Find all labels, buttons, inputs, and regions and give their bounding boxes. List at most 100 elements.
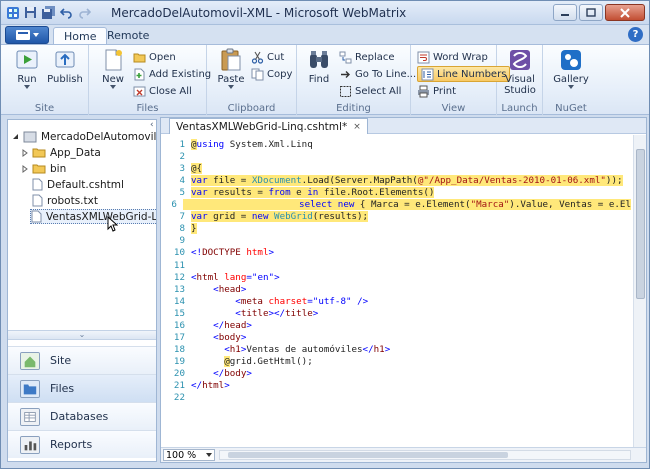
code-text: }	[191, 223, 197, 235]
gallery-icon	[561, 50, 581, 70]
code-line[interactable]: 13 <head>	[161, 284, 631, 296]
word-wrap-button[interactable]: Word Wrap	[417, 49, 488, 65]
maximize-button[interactable]	[579, 4, 603, 21]
code-line[interactable]: 2	[161, 151, 631, 163]
code-line[interactable]: 16 </head>	[161, 320, 631, 332]
code-line[interactable]: 4 var file = XDocument.Load(Server.MapPat…	[161, 175, 631, 187]
help-icon[interactable]: ?	[628, 27, 643, 42]
app-window: MercadoDelAutomovil-XML - Microsoft WebM…	[0, 0, 650, 469]
code-line[interactable]: 21 </html>	[161, 380, 631, 392]
document-tab[interactable]: VentasXMLWebGrid-Linq.cshtml* ×	[169, 118, 368, 134]
horizontal-scrollbar[interactable]	[219, 450, 631, 460]
chevron-down-icon	[228, 85, 234, 89]
code-line[interactable]: 5 var results = from e in file.Root.Eleme…	[161, 187, 631, 199]
webmatrix-icon[interactable]	[5, 5, 20, 20]
code-line[interactable]: 17 <body>	[161, 332, 631, 344]
editor-status-bar: 100 %	[161, 447, 646, 462]
tree-root[interactable]: MercadoDelAutomovil-XML	[12, 129, 156, 144]
workspace-site-button[interactable]: Site	[8, 346, 156, 374]
select-all-button[interactable]: Select All	[339, 83, 401, 99]
collapsed-arrow-icon	[22, 164, 28, 173]
horizontal-scroll-thumb[interactable]	[228, 452, 508, 458]
code-line[interactable]: 18 <h1>Ventas de automóviles</h1>	[161, 344, 631, 356]
tree-item-robots-txt[interactable]: robots.txt	[32, 193, 98, 208]
save-icon[interactable]	[23, 5, 38, 20]
line-number: 1	[179, 139, 185, 150]
code-line[interactable]: 12 <html lang="en">	[161, 272, 631, 284]
code-text: @grid.GetHtml();	[224, 355, 313, 367]
paste-button[interactable]: Paste	[213, 48, 249, 100]
print-button[interactable]: Print	[417, 83, 456, 99]
files-icon	[20, 379, 40, 398]
code-line[interactable]: 19 @grid.GetHtml();	[161, 355, 631, 368]
select-all-icon	[340, 85, 351, 97]
databases-icon	[20, 407, 40, 426]
code-line[interactable]: 22	[161, 392, 631, 404]
tab-remote[interactable]: Remote	[97, 27, 159, 45]
site-icon	[20, 351, 40, 370]
code-line[interactable]: 7 var grid = new WebGrid(results);	[161, 211, 631, 223]
save-all-icon[interactable]	[41, 5, 56, 20]
publish-button[interactable]: Publish	[47, 48, 83, 100]
code-area[interactable]: 1 @using System.Xml.Linq 2 3 @{4 var file = X…	[161, 135, 633, 448]
code-line[interactable]: 15 <title></title>	[161, 308, 631, 320]
tree-item-bin[interactable]: bin	[22, 161, 66, 176]
line-number: 2	[179, 151, 185, 163]
code-text: </head>	[213, 319, 252, 331]
close-button[interactable]	[605, 4, 645, 21]
pane-splitter[interactable]: ⌄	[8, 330, 156, 340]
reports-icon	[20, 435, 40, 454]
code-line[interactable]: 6 select new { Marca = e.Element("Marca"…	[161, 199, 631, 211]
close-tab-icon[interactable]: ×	[353, 122, 361, 132]
workspace-files-button[interactable]: Files	[8, 374, 156, 402]
tree-item-app-data[interactable]: App_Data	[22, 145, 101, 160]
add-existing-button[interactable]: Add Existing	[133, 66, 211, 82]
copy-button[interactable]: Copy	[251, 66, 292, 82]
tree-item-default-cshtml[interactable]: Default.cshtml	[32, 177, 124, 192]
files-pane: ‹ MercadoDelAutomovil-XML App_Data bin D…	[7, 119, 157, 462]
vertical-scroll-thumb[interactable]	[636, 149, 645, 299]
cut-button[interactable]: Cut	[251, 49, 284, 65]
code-line[interactable]: 8}	[161, 223, 631, 235]
binoculars-icon	[310, 51, 328, 68]
tree-item-ventas-xml-webgrid[interactable]: VentasXMLWebGrid-Linq.c	[30, 209, 156, 224]
replace-button[interactable]: Replace	[339, 49, 395, 65]
add-file-icon	[134, 68, 145, 80]
ribbon-group-editing: Find Replace Go To Line... Select All Ed…	[297, 45, 416, 115]
line-number: 21	[173, 380, 185, 391]
redo-icon[interactable]	[77, 5, 92, 20]
gallery-button[interactable]: Gallery	[553, 48, 589, 100]
open-button[interactable]: Open	[133, 49, 176, 65]
code-text: select new { Marca = e.Element("Marca").…	[182, 199, 631, 211]
undo-icon[interactable]	[59, 5, 74, 20]
workspace-reports-button[interactable]: Reports	[8, 430, 156, 458]
code-line[interactable]: 1 @using System.Xml.Linq	[161, 139, 631, 151]
line-number: 12	[173, 271, 185, 283]
group-label-nuget: NuGet	[555, 103, 587, 114]
close-all-icon	[133, 86, 146, 96]
code-line[interactable]: 20 </body>	[161, 368, 631, 380]
new-button[interactable]: New	[95, 48, 131, 100]
line-number: 8	[179, 223, 185, 235]
ribbon-group-files: New Open Add Existing Close All Files	[89, 45, 211, 115]
zoom-select[interactable]: 100 %	[163, 449, 215, 461]
code-line[interactable]: 3 @{	[161, 163, 631, 175]
close-all-button[interactable]: Close All	[133, 83, 192, 99]
find-button[interactable]: Find	[301, 48, 337, 100]
ribbon: Run Publish Site New Open Add Existing C…	[1, 44, 649, 115]
code-line[interactable]: 9	[161, 235, 631, 247]
code-line[interactable]: 11	[161, 260, 631, 272]
code-text: var grid = new WebGrid(results);	[191, 211, 369, 223]
ribbon-group-launch: Visual Studio Launch	[497, 45, 543, 115]
visual-studio-button[interactable]: Visual Studio	[502, 48, 538, 100]
minimize-button[interactable]	[553, 4, 577, 21]
application-menu-button[interactable]	[5, 26, 49, 44]
line-number: 22	[173, 392, 185, 404]
code-line[interactable]: 14 <meta charset="utf-8" />	[161, 296, 631, 308]
go-to-line-button[interactable]: Go To Line...	[339, 66, 416, 82]
chevron-down-icon	[110, 85, 116, 89]
vertical-scrollbar[interactable]	[633, 135, 646, 448]
run-button[interactable]: Run	[9, 48, 45, 100]
code-line[interactable]: 10 <!DOCTYPE html>	[161, 247, 631, 259]
workspace-databases-button[interactable]: Databases	[8, 402, 156, 430]
